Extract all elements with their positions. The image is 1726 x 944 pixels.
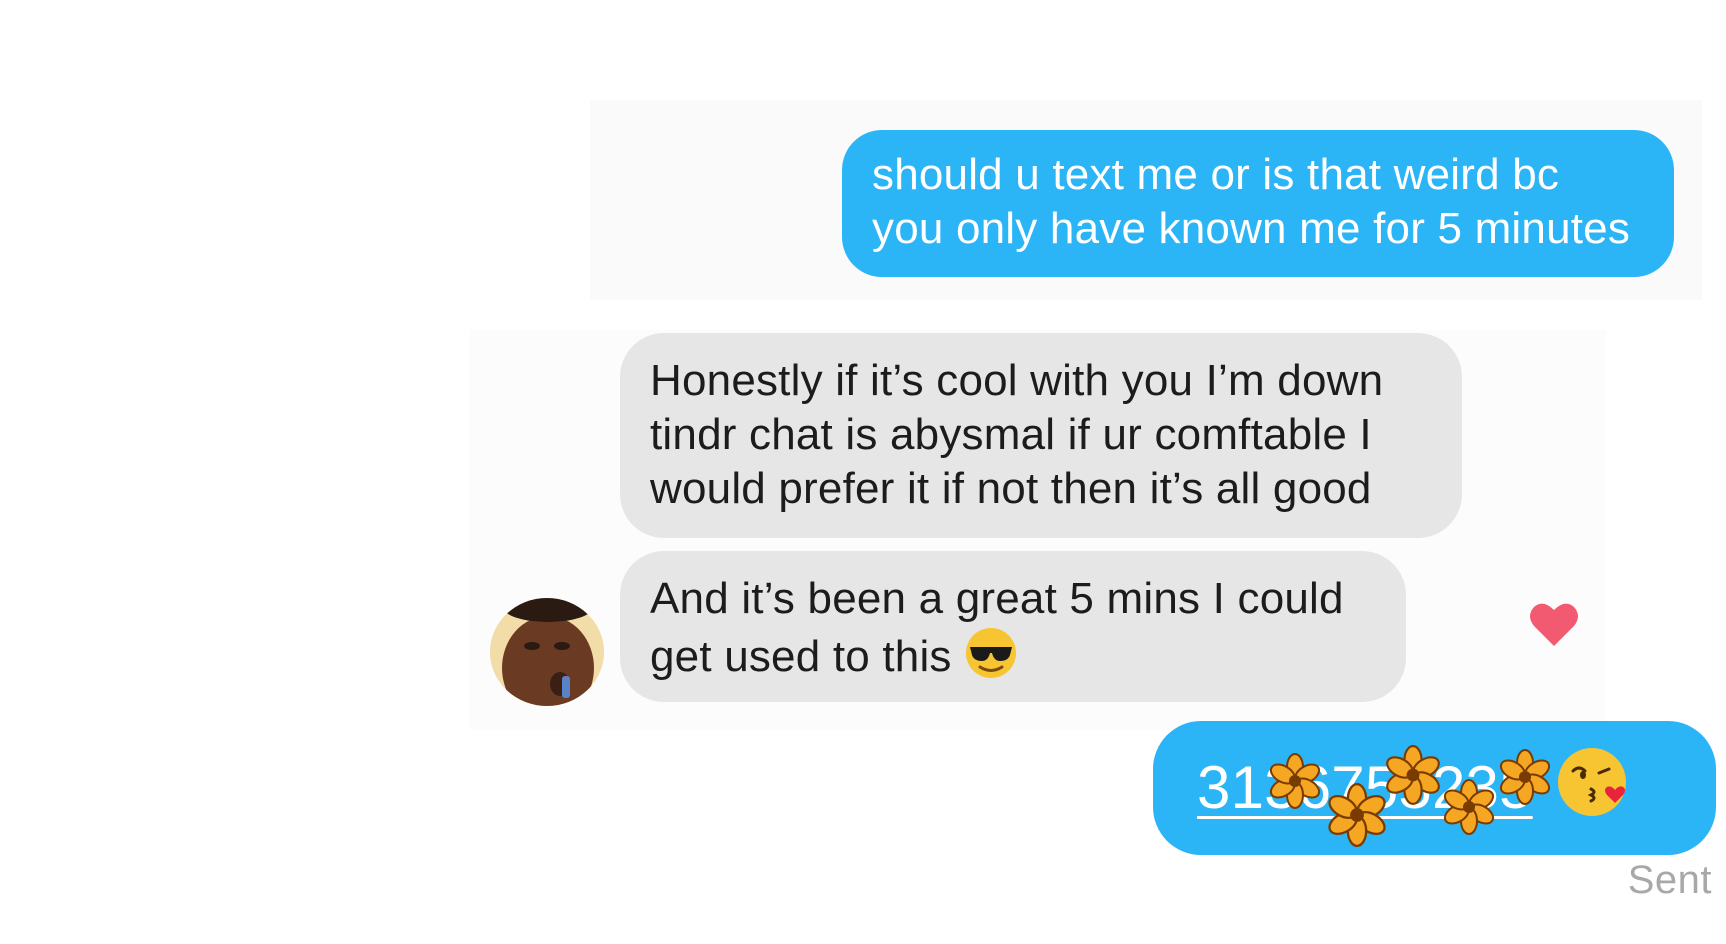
message-text-line: you only have known me for 5 minutes — [872, 204, 1631, 253]
outgoing-message-bubble[interactable]: 3136755235 — [1153, 721, 1716, 855]
message-text-line: should u text me or is that weird bc — [872, 150, 1560, 199]
incoming-message-bubble[interactable]: And it’s been a great 5 mins I could get… — [620, 551, 1406, 702]
flower-sticker-icon — [1269, 753, 1321, 809]
message-text: get used to this — [650, 632, 952, 682]
sunglasses-emoji-icon — [964, 626, 1018, 693]
phone-number-link[interactable]: 3136755235 — [1197, 745, 1551, 847]
heart-reaction-icon[interactable] — [1528, 600, 1580, 648]
message-text-line: tindr chat is abysmal if ur comftable I — [650, 410, 1372, 459]
kiss-emoji-icon — [1555, 745, 1629, 832]
message-text-line: Honestly if it’s cool with you I’m down — [650, 356, 1384, 405]
incoming-message-bubble[interactable]: Honestly if it’s cool with you I’m down … — [620, 333, 1462, 538]
outgoing-message-bubble[interactable]: should u text me or is that weird bc you… — [842, 130, 1674, 277]
flower-sticker-icon — [1386, 745, 1440, 805]
flower-sticker-icon — [1328, 783, 1386, 847]
message-text-line: And it’s been a great 5 mins I could — [650, 574, 1344, 623]
contact-avatar[interactable] — [490, 598, 604, 706]
avatar-photo-icon — [490, 598, 604, 706]
flower-sticker-icon — [1443, 779, 1495, 835]
flower-sticker-icon — [1499, 749, 1551, 805]
delivery-status: Sent — [1627, 858, 1712, 902]
message-text-line-with-emoji: get used to this — [650, 626, 1376, 693]
message-text-line: would prefer it if not then it’s all goo… — [650, 464, 1372, 513]
